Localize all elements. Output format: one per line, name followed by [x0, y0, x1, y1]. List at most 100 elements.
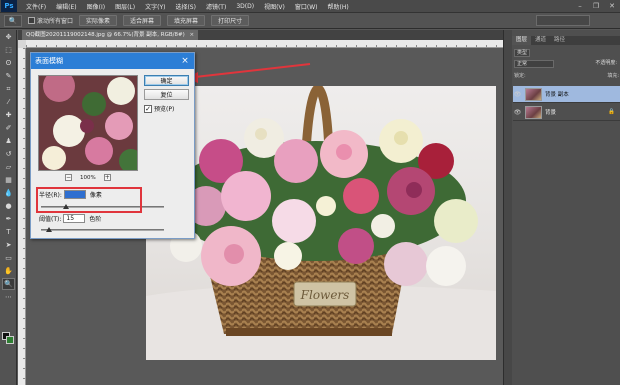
document-tab-bar: QQ截图20201119002148.jpg @ 66.7%(背景 副本, RG… [18, 30, 503, 40]
zoom-tool-icon[interactable]: 🔍 [2, 278, 15, 290]
marquee-tool-icon[interactable]: ⬚ [2, 44, 15, 56]
preview-image [39, 76, 137, 170]
type-tool-icon[interactable]: T [2, 226, 15, 238]
reset-button[interactable]: 复位 [144, 89, 189, 100]
right-panels: 图层 通道 路径 类型 正常 不透明度: 锁定: 填充: 👁 背景 副本 👁 背… [503, 30, 620, 385]
quick-select-tool-icon[interactable]: ✎ [2, 70, 15, 82]
threshold-slider-thumb[interactable] [46, 227, 52, 232]
zoom-level: 100% [80, 174, 96, 181]
toolbox: ✥ ⬚ ʘ ✎ ⌗ ⁄ ✚ ✐ ♟ ↺ ▱ ▦ 💧 ● ✒ T ➤ ▭ ✋ 🔍 … [0, 30, 17, 385]
ok-button[interactable]: 确定 [144, 75, 189, 86]
gradient-tool-icon[interactable]: ▦ [2, 174, 15, 186]
zoom-out-button[interactable]: − [65, 174, 72, 181]
menu-view[interactable]: 视图(V) [259, 2, 290, 11]
fill-screen-button[interactable]: 填充屏幕 [167, 15, 206, 26]
layer-row[interactable]: 👁 背景 🔒 [513, 104, 620, 121]
options-bar: 🔍 滚动所有窗口 实际像素 适合屏幕 填充屏幕 打印尺寸 [0, 13, 620, 29]
dialog-title: 表面模糊 [35, 57, 63, 65]
move-tool-icon[interactable]: ✥ [2, 31, 15, 43]
filter-preview[interactable] [38, 75, 138, 171]
vertical-ruler [18, 48, 26, 385]
flower-basket-image: Flowers [146, 86, 496, 360]
layers-panel-tabs: 图层 通道 路径 [512, 36, 620, 45]
threshold-row: 阈值(T): 15 色阶 [39, 214, 101, 223]
more-tools-icon[interactable]: ⋯ [2, 291, 15, 303]
checkbox-icon[interactable] [28, 17, 35, 24]
scroll-all-windows-option[interactable]: 滚动所有窗口 [28, 16, 73, 25]
menu-bar: Ps 文件(F) 编辑(E) 图像(I) 图层(L) 文字(Y) 选择(S) 滤… [0, 0, 620, 13]
eraser-tool-icon[interactable]: ▱ [2, 161, 15, 173]
layer-name: 背景 副本 [545, 92, 569, 98]
shape-tool-icon[interactable]: ▭ [2, 252, 15, 264]
menu-3d[interactable]: 3D(D) [231, 3, 259, 10]
eye-icon[interactable]: 👁 [513, 109, 522, 116]
fit-screen-button[interactable]: 适合屏幕 [123, 15, 162, 26]
threshold-slider[interactable] [41, 227, 164, 232]
document-tab-title: QQ截图20201119002148.jpg @ 66.7%(背景 副本, RG… [26, 32, 185, 38]
minimize-icon[interactable]: – [574, 1, 586, 11]
zoom-in-button[interactable]: + [103, 174, 111, 181]
dialog-titlebar[interactable]: 表面模糊 × [31, 53, 194, 69]
crop-tool-icon[interactable]: ⌗ [2, 83, 15, 95]
history-brush-tool-icon[interactable]: ↺ [2, 148, 15, 160]
blend-mode-select[interactable]: 正常 [514, 60, 554, 68]
menu-window[interactable]: 窗口(W) [290, 2, 323, 11]
brush-tool-icon[interactable]: ✐ [2, 122, 15, 134]
layer-row[interactable]: 👁 背景 副本 [513, 86, 620, 103]
scroll-all-windows-label: 滚动所有窗口 [37, 18, 74, 25]
ruler-corner [18, 40, 26, 48]
threshold-unit: 色阶 [89, 216, 102, 223]
layer-kind-select[interactable]: 类型 [514, 48, 531, 57]
layer-name: 背景 [545, 110, 557, 116]
workspace-select[interactable] [536, 15, 590, 26]
panel-icon-strip [504, 30, 512, 385]
threshold-input[interactable]: 15 [63, 214, 86, 223]
dialog-close-icon[interactable]: × [178, 54, 192, 68]
menu-filter[interactable]: 滤镜(T) [201, 2, 231, 11]
layer-thumbnail [525, 87, 542, 101]
document-tab[interactable]: QQ截图20201119002148.jpg @ 66.7%(背景 副本, RG… [22, 30, 199, 40]
tab-channels[interactable]: 通道 [531, 36, 550, 45]
flower-basket-photo[interactable]: Flowers [146, 86, 496, 360]
menu-edit[interactable]: 编辑(E) [51, 2, 81, 11]
menu-image[interactable]: 图像(I) [82, 2, 110, 11]
close-icon[interactable]: ✕ [606, 1, 618, 11]
preview-checkbox-box[interactable]: ✓ [144, 104, 152, 113]
window-controls: – ❐ ✕ [574, 1, 618, 11]
blur-tool-icon[interactable]: 💧 [2, 187, 15, 199]
document-tab-close-icon[interactable]: × [189, 32, 194, 38]
pen-tool-icon[interactable]: ✒ [2, 213, 15, 225]
menu-layer[interactable]: 图层(L) [110, 2, 140, 11]
print-size-button[interactable]: 打印尺寸 [211, 15, 250, 26]
menu-file[interactable]: 文件(F) [21, 2, 51, 11]
tab-layers[interactable]: 图层 [512, 36, 532, 45]
lasso-tool-icon[interactable]: ʘ [2, 57, 15, 69]
threshold-label: 阈值(T): [39, 216, 62, 223]
hand-tool-icon[interactable]: ✋ [2, 265, 15, 277]
zoom-tool-preset-icon[interactable]: 🔍 [4, 14, 22, 27]
dodge-tool-icon[interactable]: ● [2, 200, 15, 212]
eye-icon[interactable]: 👁 [513, 91, 522, 98]
preview-zoom-controls: − 100% + [65, 174, 111, 181]
tab-paths[interactable]: 路径 [550, 36, 569, 45]
menu-type[interactable]: 文字(Y) [140, 2, 170, 11]
eyedropper-tool-icon[interactable]: ⁄ [2, 96, 15, 108]
horizontal-ruler [26, 40, 503, 48]
path-select-tool-icon[interactable]: ➤ [2, 239, 15, 251]
opacity-label: 不透明度: [595, 60, 617, 66]
background-color-swatch[interactable] [6, 336, 14, 344]
restore-icon[interactable]: ❐ [590, 1, 602, 11]
lock-label: 锁定: [514, 73, 526, 79]
layer-filter-row: 类型 [514, 48, 619, 57]
menu-select[interactable]: 选择(S) [170, 2, 201, 11]
blend-row: 正常 不透明度: [514, 60, 619, 68]
basket-label: Flowers [300, 288, 350, 302]
lock-icon: 🔒 [608, 109, 615, 115]
lock-row: 锁定: 填充: [514, 72, 619, 79]
actual-pixels-button[interactable]: 实际像素 [79, 15, 118, 26]
preview-checkbox[interactable]: ✓ 预览(P) [144, 104, 174, 113]
healing-brush-tool-icon[interactable]: ✚ [2, 109, 15, 121]
radius-highlight-box [36, 187, 142, 213]
clone-stamp-tool-icon[interactable]: ♟ [2, 135, 15, 147]
menu-help[interactable]: 帮助(H) [323, 2, 354, 11]
